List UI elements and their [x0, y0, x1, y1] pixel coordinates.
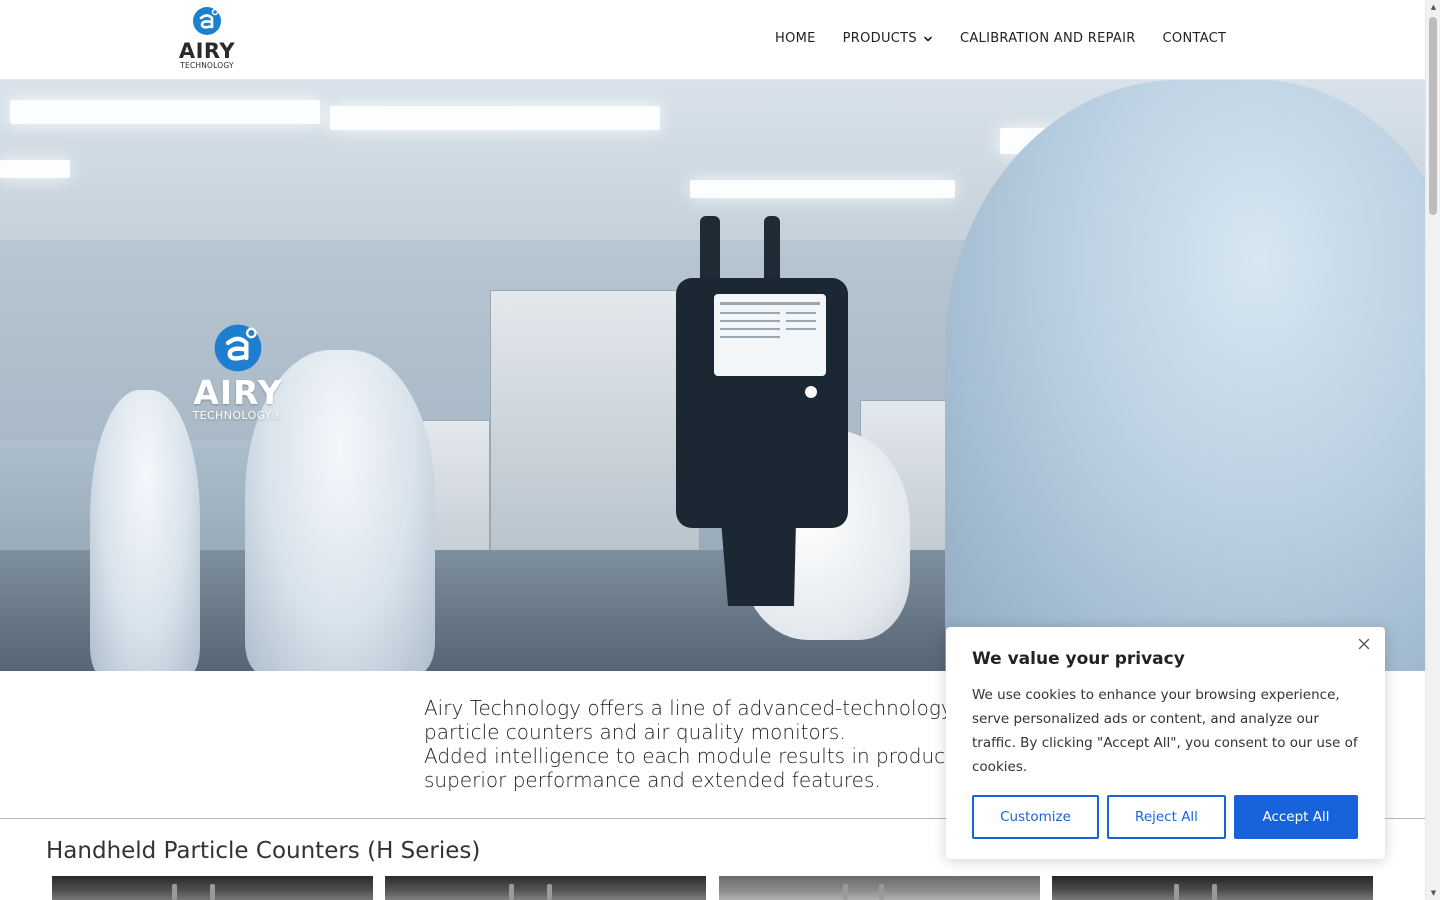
- nav-item-label: CONTACT: [1162, 31, 1227, 46]
- device-probe: [843, 884, 848, 900]
- accept-all-button[interactable]: Accept All: [1234, 795, 1358, 839]
- device-probe: [547, 884, 552, 900]
- reject-all-button[interactable]: Reject All: [1107, 795, 1226, 839]
- device-probe: [1212, 884, 1217, 900]
- product-thumbnails: [52, 876, 1373, 900]
- cookie-description: We use cookies to enhance your browsing …: [972, 687, 1358, 775]
- ceiling-light: [0, 160, 70, 178]
- cleanroom-worker: [90, 390, 200, 671]
- intro-text: Airy Technology offers a line of advance…: [424, 696, 984, 792]
- ceiling-light: [330, 106, 660, 130]
- site-header: AIRY TECHNOLOGY HOME PRODUCTS CALIBRATIO…: [0, 0, 1425, 80]
- hero-logo: AIRY TECHNOLOGY®: [186, 323, 290, 423]
- ceiling-light: [10, 100, 320, 124]
- scroll-up-icon[interactable]: ▲: [1426, 0, 1440, 14]
- device-probe: [879, 884, 884, 900]
- airy-logo-icon: [214, 324, 262, 372]
- cookie-consent-dialog: We value your privacy We use cookies to …: [946, 627, 1385, 859]
- nav-item-home[interactable]: HOME: [775, 31, 816, 46]
- logo-name: AIRY: [178, 39, 236, 63]
- product-thumbnail[interactable]: [1052, 876, 1373, 900]
- section-title: Handheld Particle Counters (H Series): [46, 838, 481, 864]
- intro-line: Added intelligence to each module result…: [424, 744, 984, 768]
- device-probe: [509, 884, 514, 900]
- chevron-down-icon: [924, 36, 932, 41]
- hero-image: AIRY TECHNOLOGY®: [0, 80, 1425, 671]
- cookie-buttons: Customize Reject All Accept All: [972, 795, 1358, 839]
- nav-item-products[interactable]: PRODUCTS: [843, 31, 933, 46]
- customize-button[interactable]: Customize: [972, 795, 1099, 839]
- nav-item-label: CALIBRATION AND REPAIR: [959, 31, 1136, 46]
- ceiling-light: [690, 180, 955, 198]
- cleanroom-worker-foreground: [945, 80, 1425, 671]
- intro-line: particle counters and air quality monito…: [424, 720, 846, 744]
- cleanroom-machine: [490, 290, 700, 560]
- scroll-down-icon[interactable]: ▼: [1426, 886, 1440, 900]
- main-nav: HOME PRODUCTS CALIBRATION AND REPAIR CON…: [775, 31, 1226, 46]
- nav-item-contact[interactable]: CONTACT: [1163, 31, 1227, 46]
- cookie-title: We value your privacy: [972, 649, 1185, 669]
- hero-logo-subtitle: TECHNOLOGY®: [192, 409, 284, 422]
- logo-subtitle: TECHNOLOGY: [180, 61, 234, 70]
- nav-item-label: PRODUCTS: [842, 31, 917, 46]
- scrollbar-thumb[interactable]: [1429, 17, 1437, 215]
- product-thumbnail[interactable]: [719, 876, 1040, 900]
- intro-line: Airy Technology offers a line of advance…: [424, 696, 953, 720]
- product-thumbnail[interactable]: [52, 876, 373, 900]
- page-scrollbar[interactable]: ▲ ▼: [1425, 0, 1440, 900]
- nav-item-label: HOME: [775, 31, 816, 46]
- airy-logo-icon: [193, 7, 221, 35]
- nav-item-calibration-and-repair[interactable]: CALIBRATION AND REPAIR: [960, 31, 1136, 46]
- device-probe: [172, 884, 177, 900]
- particle-counter-device: [676, 216, 848, 606]
- hero-logo-name: AIRY: [193, 373, 283, 412]
- close-icon[interactable]: [1357, 637, 1371, 651]
- intro-line: superior performance and extended featur…: [424, 768, 881, 792]
- device-probe: [1174, 884, 1179, 900]
- device-probe: [210, 884, 215, 900]
- site-logo[interactable]: AIRY TECHNOLOGY: [176, 6, 238, 74]
- product-thumbnail[interactable]: [385, 876, 706, 900]
